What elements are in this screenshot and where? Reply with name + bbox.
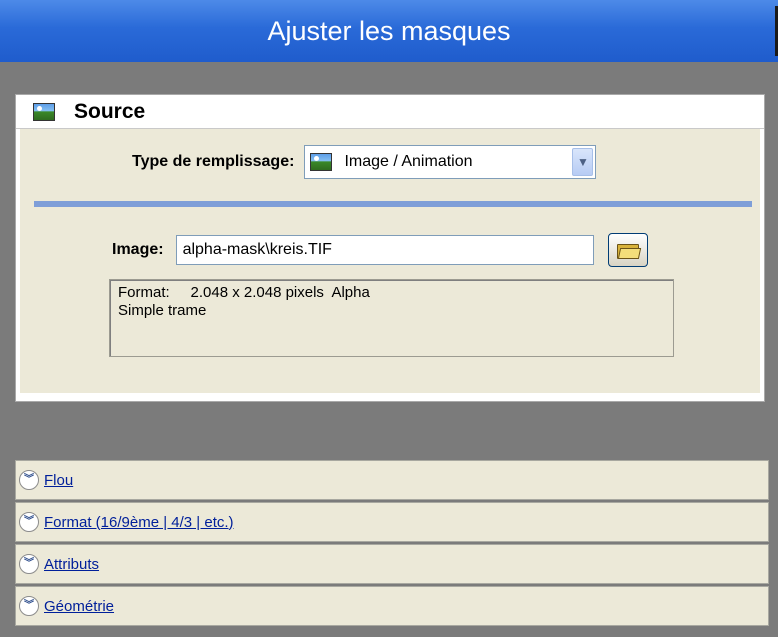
- source-panel: Source Type de remplissage: Image / Anim…: [15, 94, 765, 402]
- section-attributs-link[interactable]: Attributs: [44, 556, 99, 573]
- section-flou[interactable]: ︾ Flou: [15, 460, 769, 500]
- fill-type-selected: Image / Animation: [344, 153, 473, 170]
- source-header[interactable]: Source: [16, 95, 764, 129]
- expand-chevron-icon[interactable]: ︾: [19, 554, 39, 574]
- image-row: Image: alpha-mask\kreis.TIF: [112, 233, 648, 267]
- source-body: Type de remplissage: Image / Animation ▼…: [20, 129, 760, 393]
- section-format-link[interactable]: Format (16/9ème | 4/3 | etc.): [44, 514, 234, 531]
- fill-type-row: Type de remplissage: Image / Animation ▼: [132, 145, 597, 179]
- section-format[interactable]: ︾ Format (16/9ème | 4/3 | etc.): [15, 502, 769, 542]
- image-icon: [33, 102, 55, 121]
- section-divider: [34, 201, 752, 207]
- window-titlebar: Ajuster les masques: [0, 0, 778, 62]
- image-icon: [310, 153, 333, 171]
- image-label: Image:: [112, 241, 164, 258]
- top-gray-strip: [0, 62, 778, 94]
- window-title: Ajuster les masques: [267, 15, 511, 46]
- source-title: Source: [74, 99, 146, 123]
- section-geometrie-link[interactable]: Géométrie: [44, 598, 114, 615]
- info-format: Format: 2.048 x 2.048 pixels Alpha: [118, 284, 370, 301]
- panel-gap: [0, 402, 778, 460]
- section-attributs[interactable]: ︾ Attributs: [15, 544, 769, 584]
- folder-icon: [616, 242, 641, 259]
- image-path-input[interactable]: alpha-mask\kreis.TIF: [175, 235, 594, 265]
- expand-chevron-icon[interactable]: ︾: [19, 596, 39, 616]
- expand-chevron-icon[interactable]: ︾: [19, 512, 39, 532]
- section-flou-link[interactable]: Flou: [44, 472, 73, 489]
- expand-chevron-icon[interactable]: ︾: [19, 470, 39, 490]
- fill-type-label: Type de remplissage:: [132, 153, 295, 170]
- info-frames: Simple trame: [118, 302, 207, 319]
- chevron-down-icon[interactable]: ▼: [572, 148, 594, 176]
- browse-button[interactable]: [607, 233, 648, 267]
- section-geometrie[interactable]: ︾ Géométrie: [15, 586, 769, 626]
- image-info-box: Format: 2.048 x 2.048 pixels Alpha Simpl…: [109, 279, 674, 357]
- fill-type-select[interactable]: Image / Animation ▼: [304, 145, 597, 179]
